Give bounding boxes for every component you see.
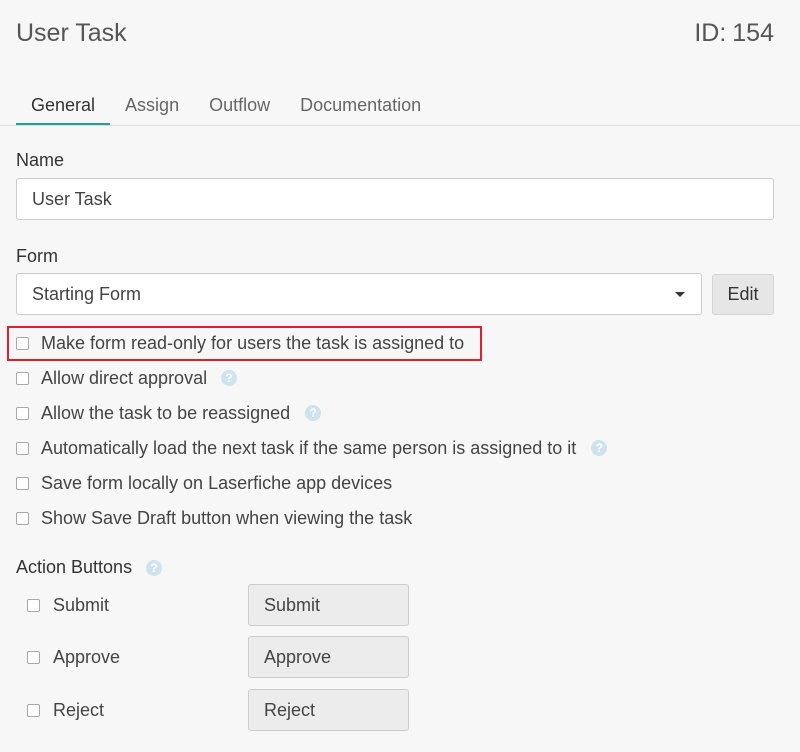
option-label: Automatically load the next task if the … — [41, 437, 577, 458]
task-id-label: ID: — [694, 19, 727, 47]
help-icon[interactable]: ? — [305, 405, 322, 421]
tab-assign[interactable]: Assign — [110, 92, 194, 126]
task-id: ID: 154 — [694, 19, 774, 48]
reassign-checkbox[interactable] — [16, 406, 29, 420]
read-only-checkbox[interactable] — [16, 336, 29, 350]
tab-general[interactable]: General — [16, 92, 111, 126]
help-icon[interactable]: ? — [591, 440, 608, 456]
submit-label-input[interactable]: Submit — [248, 584, 409, 626]
approve-label-input[interactable]: Approve — [248, 636, 409, 678]
action-label: Reject — [53, 699, 105, 720]
save-locally-checkbox[interactable] — [16, 476, 29, 490]
edit-form-button[interactable]: Edit — [712, 274, 774, 315]
tab-divider — [0, 125, 800, 126]
approve-checkbox[interactable] — [27, 650, 40, 664]
action-approve: Approve — [27, 643, 120, 671]
auto-load-next-checkbox[interactable] — [16, 441, 29, 455]
tab-bar: General Assign Outflow Documentation — [16, 92, 436, 126]
name-input[interactable] — [16, 178, 774, 220]
task-id-value: 154 — [732, 19, 774, 47]
help-icon[interactable]: ? — [221, 370, 238, 386]
form-label: Form — [16, 246, 58, 266]
tab-documentation[interactable]: Documentation — [285, 92, 436, 126]
form-select[interactable]: Starting Form — [16, 273, 702, 315]
option-label: Save form locally on Laserfiche app devi… — [41, 472, 393, 493]
form-select-value: Starting Form — [32, 284, 142, 304]
name-label: Name — [16, 150, 65, 170]
submit-checkbox[interactable] — [27, 598, 40, 612]
option-direct-approval: Allow direct approval ? — [16, 364, 238, 392]
option-label: Show Save Draft button when viewing the … — [41, 507, 413, 528]
option-label: Allow direct approval — [41, 367, 208, 388]
save-draft-checkbox[interactable] — [16, 511, 29, 525]
option-read-only: Make form read-only for users the task i… — [16, 329, 464, 357]
help-icon[interactable]: ? — [146, 559, 163, 576]
action-label: Submit — [53, 594, 110, 615]
option-auto-load-next: Automatically load the next task if the … — [16, 434, 608, 462]
option-label: Allow the task to be reassigned — [41, 402, 291, 423]
reject-checkbox[interactable] — [27, 703, 40, 717]
task-properties-panel: User Task ID: 154 General Assign Outflow … — [0, 0, 800, 752]
chevron-down-icon — [675, 292, 685, 297]
action-buttons-label: Action Buttons — [16, 557, 133, 577]
option-label: Make form read-only for users the task i… — [41, 332, 465, 353]
action-buttons-heading: Action Buttons ? — [16, 557, 163, 578]
option-reassign: Allow the task to be reassigned ? — [16, 399, 322, 427]
action-reject: Reject — [27, 696, 104, 724]
reject-label-input[interactable]: Reject — [248, 689, 409, 731]
action-label: Approve — [53, 646, 121, 667]
action-submit: Submit — [27, 591, 109, 619]
option-save-draft: Show Save Draft button when viewing the … — [16, 504, 412, 532]
page-title: User Task — [16, 19, 127, 47]
tab-outflow[interactable]: Outflow — [194, 92, 285, 126]
option-save-locally: Save form locally on Laserfiche app devi… — [16, 469, 392, 497]
direct-approval-checkbox[interactable] — [16, 371, 29, 385]
